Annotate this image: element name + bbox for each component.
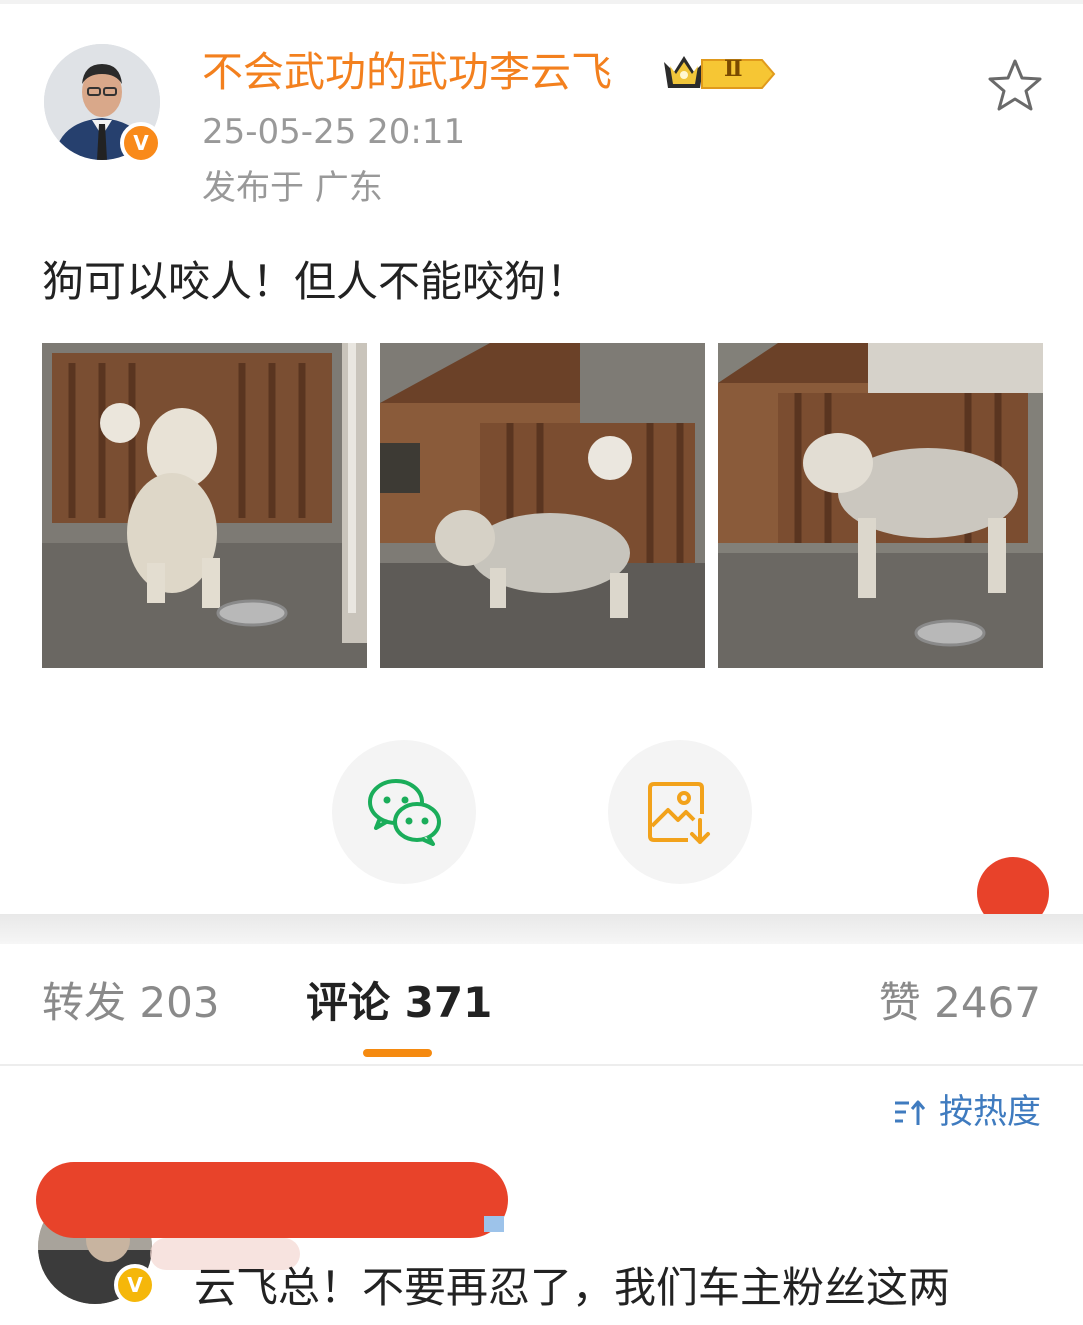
top-divider [0,0,1083,4]
tabs-divider [0,1064,1083,1066]
redacted-username [36,1162,508,1238]
save-image-button[interactable] [608,740,752,884]
redacted-badge [484,1216,504,1232]
tab-like[interactable]: 赞 2467 [879,975,1041,1031]
level-badge: Ⅱ [724,56,743,82]
dog-photo-1[interactable] [42,343,367,668]
sort-label: 按热度 [939,1092,1041,1132]
active-tab-indicator [363,1049,432,1057]
member-crown-badge[interactable]: Ⅱ [662,50,778,98]
commenter-verified-icon: V [114,1264,156,1306]
post-location: 发布于 广东 [202,168,383,208]
comment-text: 云飞总！不要再忍了，我们车主粉丝这两 [194,1263,951,1312]
post-text: 狗可以咬人！但人不能咬狗！ [42,257,589,306]
sort-icon [895,1100,926,1125]
wechat-icon [368,779,441,846]
section-divider [0,914,1083,944]
dog-photo-2[interactable] [380,343,705,668]
post-timestamp: 25-05-25 20:11 [202,112,466,152]
tab-repost[interactable]: 转发 203 [42,975,220,1031]
share-wechat-button[interactable] [332,740,476,884]
verified-badge-icon: V [120,122,162,164]
save-image-icon [648,782,710,844]
sort-by-hot-button[interactable]: 按热度 [893,1090,1041,1134]
favorite-star-icon[interactable] [985,56,1045,116]
dog-photo-3[interactable] [718,343,1043,668]
author-name[interactable]: 不会武功的武功李云飞 [202,44,612,100]
tab-comment[interactable]: 评论 371 [306,975,492,1031]
